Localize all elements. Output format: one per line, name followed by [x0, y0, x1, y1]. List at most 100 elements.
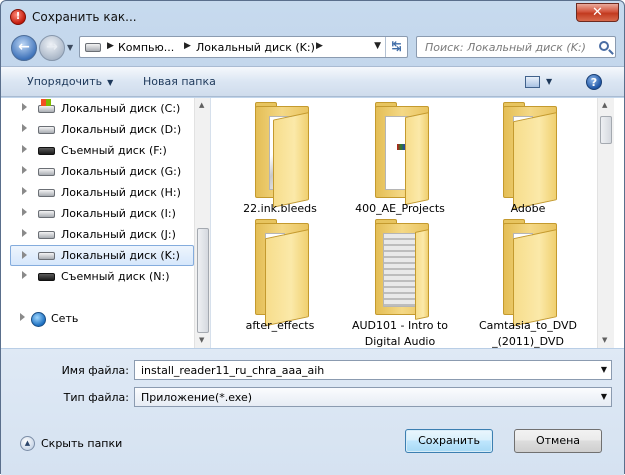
save-button[interactable]: Сохранить	[405, 429, 493, 453]
hide-folders-button[interactable]: ▲ Скрыть папки	[20, 435, 140, 453]
history-dropdown[interactable]: ▼	[67, 43, 77, 53]
folder-name: after_effects	[245, 319, 315, 332]
hard-drive-icon	[38, 252, 55, 260]
expand-arrow-icon[interactable]	[22, 166, 27, 174]
file-list: 22.ink.bleeds 400_AE_Projects Adobe afte…	[212, 98, 596, 348]
sidebar-item-drive-d[interactable]: Локальный диск (D:)	[1, 119, 193, 140]
hard-drive-icon	[38, 231, 55, 239]
expand-arrow-icon[interactable]	[22, 103, 27, 111]
forward-button[interactable]: →	[39, 35, 65, 61]
removable-drive-icon	[38, 147, 55, 155]
breadcrumb-separator-icon[interactable]: ▶	[107, 41, 114, 51]
collapse-icon: ▲	[20, 436, 35, 451]
scroll-down-icon[interactable]: ▼	[602, 336, 607, 344]
breadcrumb-computer[interactable]: Компью...	[118, 41, 174, 54]
sidebar-item-drive-n[interactable]: Съемный диск (N:)	[1, 266, 193, 287]
navigation-pane: Локальный диск (C:) Локальный диск (D:) …	[1, 98, 211, 348]
breadcrumb-separator-icon[interactable]: ▶	[184, 41, 191, 51]
refresh-icon: ↹	[391, 39, 402, 53]
folder-name: 400_AE_Projects	[355, 202, 445, 215]
sidebar-item-label: Локальный диск (H:)	[61, 186, 181, 199]
chevron-down-icon[interactable]: ▼	[601, 365, 607, 374]
new-folder-button[interactable]: Новая папка	[143, 75, 216, 88]
save-as-dialog: ! Сохранить как... ✕ ← → ▼ ▶ Компью... ▶…	[0, 0, 625, 475]
folder-item[interactable]: Adobe	[473, 100, 583, 220]
folder-icon	[255, 102, 309, 208]
chevron-down-icon: ▼	[67, 43, 74, 52]
address-bar[interactable]: ▶ Компью... ▶ Локальный диск (K:) ▶ ▼ ↹	[79, 36, 408, 58]
forward-arrow-icon: →	[46, 39, 58, 55]
expand-arrow-icon[interactable]	[22, 208, 27, 216]
expand-arrow-icon[interactable]	[20, 313, 25, 321]
sidebar-item-label: Локальный диск (C:)	[61, 102, 181, 115]
chevron-down-icon[interactable]: ▼	[546, 77, 552, 86]
search-input[interactable]: Поиск: Локальный диск (K:)	[425, 41, 586, 54]
sidebar-item-label: Локальный диск (J:)	[61, 228, 176, 241]
scroll-up-icon[interactable]: ▲	[602, 101, 607, 109]
sidebar-scrollbar[interactable]: ▲ ▼	[194, 98, 210, 348]
breadcrumb-separator-icon[interactable]: ▶	[316, 41, 323, 51]
help-icon[interactable]: ?	[586, 74, 602, 90]
folder-icon	[375, 102, 429, 206]
removable-drive-icon	[38, 273, 55, 281]
folder-icon	[503, 219, 557, 327]
filename-field[interactable]: install_reader11_ru_chra_aaa_aih ▼	[134, 360, 612, 380]
expand-arrow-icon[interactable]	[22, 271, 27, 279]
sidebar-item-drive-c[interactable]: Локальный диск (C:)	[1, 98, 193, 119]
sidebar-item-label: Локальный диск (I:)	[61, 207, 176, 220]
filetype-select[interactable]: Приложение(*.exe) ▼	[134, 387, 612, 407]
filetype-label: Тип файла:	[63, 391, 129, 404]
folder-item[interactable]: 400_AE_Projects	[345, 100, 455, 220]
sidebar-item-drive-g[interactable]: Локальный диск (G:)	[1, 161, 193, 182]
folder-icon	[375, 219, 429, 320]
scrollbar-thumb[interactable]	[600, 116, 612, 144]
folder-item[interactable]: AUD101 - Intro to Digital Audio	[345, 217, 455, 348]
system-drive-icon	[38, 99, 55, 113]
expand-arrow-icon[interactable]	[22, 145, 27, 153]
network-icon	[31, 312, 46, 327]
cancel-button[interactable]: Отмена	[514, 429, 602, 453]
scroll-down-icon[interactable]: ▼	[199, 336, 204, 344]
chevron-down-icon: ▼	[107, 78, 114, 87]
sidebar-item-drive-h[interactable]: Локальный диск (H:)	[1, 182, 193, 203]
close-icon: ✕	[592, 5, 603, 20]
folder-item[interactable]: Camtasia_to_DVD _(2011)_DVD	[473, 217, 583, 348]
sidebar-item-drive-f[interactable]: Съемный диск (F:)	[1, 140, 193, 161]
scrollbar-thumb[interactable]	[197, 228, 209, 333]
filetype-value: Приложение(*.exe)	[141, 391, 253, 404]
navigation-bar: ← → ▼ ▶ Компью... ▶ Локальный диск (K:) …	[1, 31, 624, 65]
expand-arrow-icon[interactable]	[22, 229, 27, 237]
back-arrow-icon: ←	[18, 39, 30, 55]
folder-name: AUD101 - Intro to Digital Audio	[351, 319, 449, 348]
sidebar-item-drive-k[interactable]: Локальный диск (K:)	[10, 245, 194, 266]
title-bar: ! Сохранить как... ✕	[1, 1, 624, 33]
hide-folders-label: Скрыть папки	[41, 437, 123, 450]
sidebar-item-label: Съемный диск (N:)	[61, 270, 170, 283]
close-button[interactable]: ✕	[576, 3, 619, 22]
sidebar-item-drive-j[interactable]: Локальный диск (J:)	[1, 224, 193, 245]
hard-drive-icon	[38, 126, 55, 134]
organize-menu[interactable]: Упорядочить ▼	[27, 75, 113, 88]
folder-item[interactable]: 22.ink.bleeds	[225, 100, 335, 220]
hard-drive-icon	[38, 168, 55, 176]
back-button[interactable]: ←	[11, 35, 37, 61]
search-box[interactable]: Поиск: Локальный диск (K:)	[416, 36, 616, 58]
sidebar-item-drive-i[interactable]: Локальный диск (I:)	[1, 203, 193, 224]
scroll-up-icon[interactable]: ▲	[199, 101, 204, 109]
hard-drive-icon	[38, 189, 55, 197]
search-icon[interactable]	[599, 41, 609, 51]
chevron-down-icon[interactable]: ▼	[601, 392, 607, 401]
expand-arrow-icon[interactable]	[22, 251, 27, 259]
view-options-icon[interactable]	[525, 76, 540, 88]
sidebar-item-network[interactable]: Сеть	[1, 308, 193, 329]
organize-label: Упорядочить	[27, 75, 103, 88]
filename-input[interactable]: install_reader11_ru_chra_aaa_aih	[141, 364, 324, 377]
breadcrumb-drive[interactable]: Локальный диск (K:)	[196, 41, 315, 54]
refresh-button[interactable]: ↹	[385, 37, 407, 57]
filename-label: Имя файла:	[61, 364, 129, 377]
expand-arrow-icon[interactable]	[22, 124, 27, 132]
address-dropdown-icon[interactable]: ▼	[374, 41, 381, 51]
expand-arrow-icon[interactable]	[22, 187, 27, 195]
file-list-scrollbar[interactable]: ▲ ▼	[597, 98, 614, 348]
folder-item[interactable]: after_effects	[225, 217, 335, 337]
